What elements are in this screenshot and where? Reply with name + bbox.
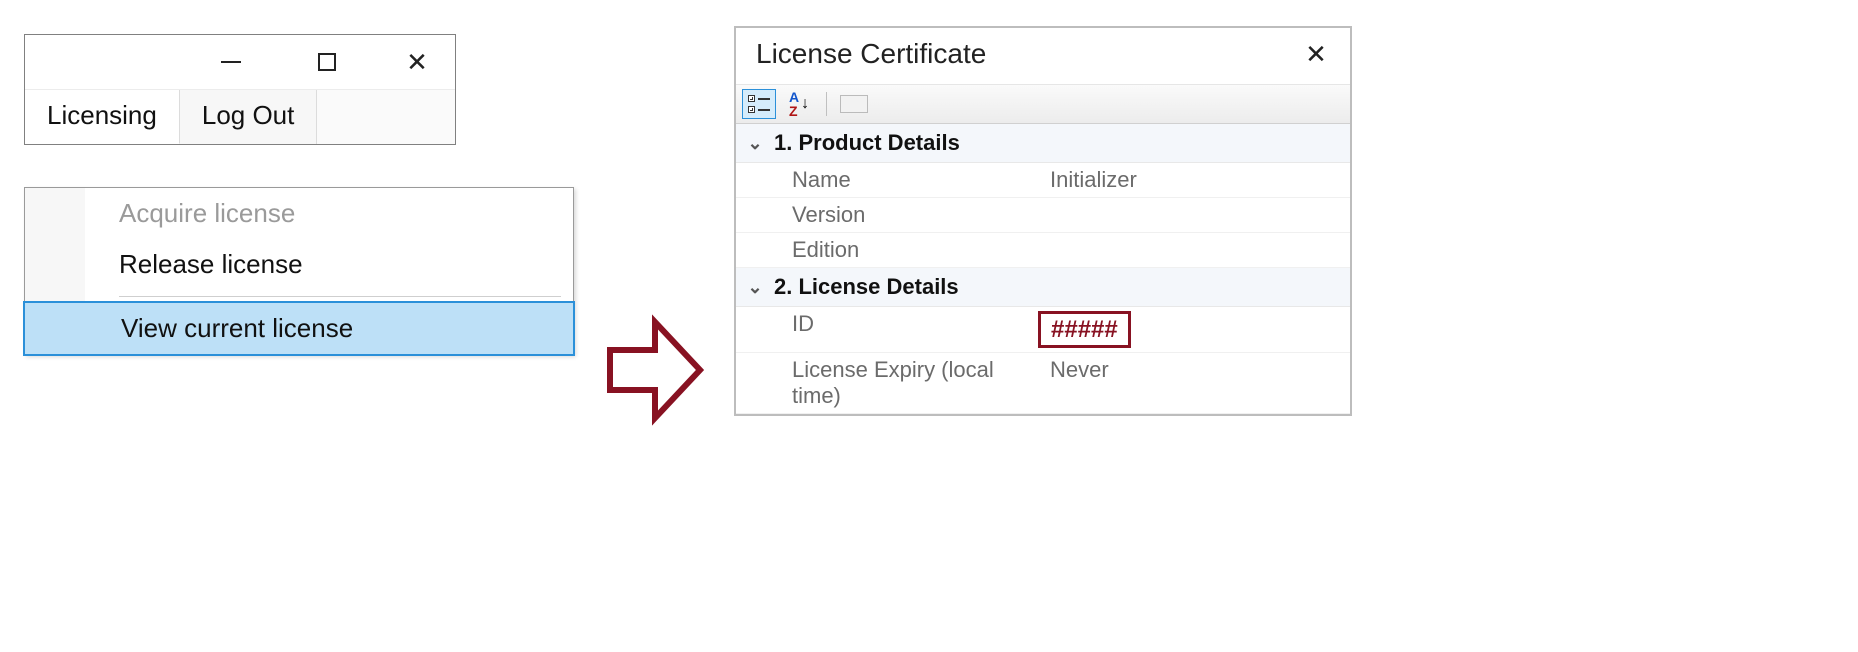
alphabetical-sort-button[interactable]: AZ ↓ <box>782 89 816 119</box>
row-name-label: Name <box>736 167 1046 193</box>
licensing-dropdown: Acquire license Release license View cur… <box>24 187 574 355</box>
minimize-button[interactable] <box>201 35 261 89</box>
close-button[interactable]: ✕ <box>387 35 447 89</box>
row-expiry-label: License Expiry (local time) <box>736 357 1046 409</box>
section-product-details-label: 1. Product Details <box>774 130 960 156</box>
menu-bar: Licensing Log Out <box>25 89 455 144</box>
maximize-button[interactable] <box>297 35 357 89</box>
window-titlebar: ✕ <box>25 35 455 89</box>
row-name[interactable]: Name Initializer <box>736 163 1350 198</box>
row-expiry-value: Never <box>1046 357 1350 409</box>
property-toolbar: AZ ↓ <box>736 85 1350 124</box>
arrow-icon <box>600 310 710 430</box>
row-id-label: ID <box>736 311 1046 348</box>
section-license-details[interactable]: ⌄ 2. License Details <box>736 268 1350 307</box>
categorized-icon <box>748 95 770 113</box>
menu-logout[interactable]: Log Out <box>180 90 318 144</box>
dropdown-separator <box>119 296 561 297</box>
row-edition-label: Edition <box>736 237 1046 263</box>
toolbar-separator <box>826 92 827 116</box>
minimize-icon <box>221 61 241 63</box>
section-license-details-label: 2. License Details <box>774 274 959 300</box>
close-icon: ✕ <box>1305 39 1327 69</box>
row-edition-value <box>1046 237 1350 263</box>
dialog-title: License Certificate <box>756 38 986 70</box>
row-edition[interactable]: Edition <box>736 233 1350 268</box>
id-value-highlight: ##### <box>1038 311 1131 348</box>
menu-licensing[interactable]: Licensing <box>25 90 180 144</box>
categorized-view-button[interactable] <box>742 89 776 119</box>
license-certificate-dialog: License Certificate ✕ AZ ↓ ⌄ 1. Product … <box>734 26 1352 416</box>
property-pages-icon <box>840 95 868 113</box>
menuitem-release-license[interactable]: Release license <box>25 239 573 290</box>
row-version[interactable]: Version <box>736 198 1350 233</box>
dialog-titlebar: License Certificate ✕ <box>736 28 1350 85</box>
row-version-value <box>1046 202 1350 228</box>
row-version-label: Version <box>736 202 1046 228</box>
dialog-close-button[interactable]: ✕ <box>1298 39 1334 70</box>
close-icon: ✕ <box>406 47 428 78</box>
section-product-details[interactable]: ⌄ 1. Product Details <box>736 124 1350 163</box>
chevron-down-icon: ⌄ <box>746 277 764 298</box>
menuitem-acquire-license: Acquire license <box>25 188 573 239</box>
menu-window: ✕ Licensing Log Out <box>24 34 456 145</box>
menuitem-view-current-license[interactable]: View current license <box>23 301 575 356</box>
row-id[interactable]: ID ##### <box>736 307 1350 353</box>
sort-az-icon: AZ ↓ <box>789 90 809 118</box>
row-id-value: ##### <box>1046 311 1350 348</box>
chevron-down-icon: ⌄ <box>746 133 764 154</box>
row-name-value: Initializer <box>1046 167 1350 193</box>
property-grid: ⌄ 1. Product Details Name Initializer Ve… <box>736 124 1350 414</box>
maximize-icon <box>318 53 336 71</box>
row-expiry[interactable]: License Expiry (local time) Never <box>736 353 1350 414</box>
property-pages-button[interactable] <box>837 89 871 119</box>
